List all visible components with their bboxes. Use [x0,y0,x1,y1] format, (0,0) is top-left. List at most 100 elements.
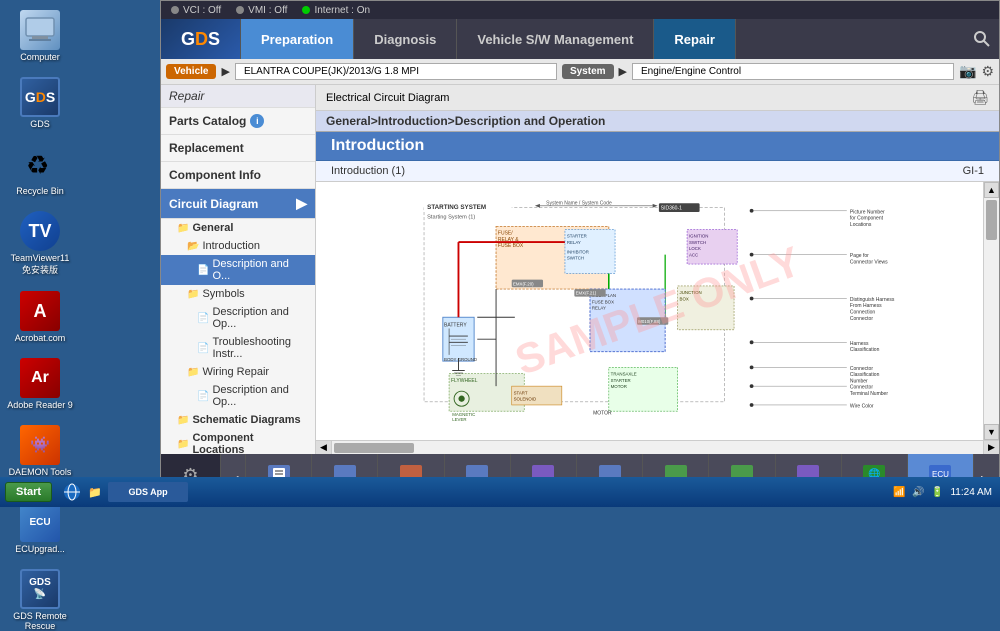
svg-text:SWITCH: SWITCH [567,256,584,261]
desktop-icon-ecupgrade[interactable]: ECU ECUpgrad... [5,502,75,554]
tree-general[interactable]: 📁 General [161,219,315,237]
svg-text:Page for: Page for [850,253,869,259]
scroll-right-button[interactable]: ▶ [983,441,999,455]
tree-schematic[interactable]: 📁 Schematic Diagrams [161,411,315,429]
tree-wiring-desc-label: Description and Op... [212,384,307,408]
intro-subtitle: Introduction (1) GI-1 [316,161,999,182]
desktop-icon-computer[interactable]: Computer [5,10,75,62]
circuit-diagram-svg: STARTING SYSTEM Starting System (1) SID3… [326,192,973,430]
annotation-picture-number: Picture Number [850,209,885,215]
tree-desc-label: Description and O... [212,258,307,282]
acrobat-icon: A [20,291,60,331]
diagram-area: SAMPLE ONLY STARTING SYSTEM Starting Sys… [316,182,999,440]
vehicle-name: ELANTRA COUPE(JK)/2013/G 1.8 MPI [235,63,557,80]
doc-symbols-icon: 📄 [197,313,209,324]
tab-preparation[interactable]: Preparation [241,19,354,59]
parts-catalog-label: Parts Catalog [169,114,246,128]
tree-wiring-repair[interactable]: 📁 Wiring Repair [161,363,315,381]
network-tray-icon: 📶 [891,484,907,500]
electrical-circuit-label: Electrical Circuit Diagram [326,92,449,104]
tree-component-locations[interactable]: 📁 Component Locations [161,429,315,454]
scroll-track [984,198,999,424]
tab-repair[interactable]: Repair [654,19,735,59]
svg-text:Classification: Classification [850,372,880,378]
intro-subtitle-left: Introduction (1) [331,165,405,177]
tree-wiring-label: Wiring Repair [202,366,269,378]
scroll-up-button[interactable]: ▲ [984,182,999,198]
tab-diagnosis[interactable]: Diagnosis [354,19,457,59]
svg-text:JUNCTION: JUNCTION [680,290,702,295]
desktop-icon-teamviewer[interactable]: TV TeamViewer11 免安装版 [5,211,75,276]
svg-text:SID360-1: SID360-1 [661,206,682,212]
right-content: Electrical Circuit Diagram 🖨 General>Int… [316,85,999,454]
tree-comp-label: Component Locations [192,432,307,454]
circuit-arrow-icon: ▶ [296,195,307,212]
svg-text:INHIBITOR: INHIBITOR [567,249,589,254]
desktop-icon-gds-remote[interactable]: GDS📡 GDS Remote Rescue [5,569,75,631]
taskbar-time: 11:24 AM [950,487,992,498]
daemon-icon: 👾 [20,425,60,465]
internet-text: Internet : On [314,5,370,16]
folder-general-icon: 📁 [177,223,189,234]
nav-tabs: GDS Preparation Diagnosis Vehicle S/W Ma… [161,19,999,59]
scroll-thumb [986,200,997,240]
tree-description-op[interactable]: 📄 Description and O... [161,255,315,285]
gds-remote-icon: GDS📡 [20,569,60,609]
doc-desc-icon: 📄 [197,265,209,276]
svg-text:♻: ♻ [26,150,49,180]
svg-text:Connector: Connector [850,366,873,372]
desktop-icon-acrobat[interactable]: A Acrobat.com [5,291,75,343]
h-scroll-track [332,441,983,455]
recycle-icon: ♻ [20,144,60,184]
svg-text:Locations: Locations [850,222,872,228]
circuit-diagram-label: Circuit Diagram [169,197,258,211]
diagram-scrollbar[interactable]: ▲ ▼ [983,182,999,440]
svg-text:EMX(F.21): EMX(F.21) [576,291,597,296]
svg-text:Connection: Connection [850,310,876,316]
computer-label: Computer [20,52,60,62]
scroll-down-button[interactable]: ▼ [984,424,999,440]
teamviewer-label: TeamViewer11 免安装版 [5,253,75,276]
scroll-left-button[interactable]: ◀ [316,441,332,455]
desktop-icon-adobe[interactable]: Ar Adobe Reader 9 [5,358,75,410]
vehicle-bar: Vehicle ▶ ELANTRA COUPE(JK)/2013/G 1.8 M… [161,59,999,85]
parts-catalog-item[interactable]: Parts Catalog i [161,108,315,135]
app-window: VCI : Off VMI : Off Internet : On GDS Pr… [160,0,1000,507]
adobe-icon: Ar [20,358,60,398]
taskbar-folder-icon[interactable]: 📁 [85,482,105,502]
svg-text:Connector: Connector [850,385,873,391]
tree-troubleshooting[interactable]: 📄 Troubleshooting Instr... [161,333,315,363]
gds-logo: GDS [161,19,241,59]
svg-text:Classification: Classification [850,347,880,353]
tree-introduction[interactable]: 📂 Introduction [161,237,315,255]
taskbar-app-icon[interactable]: GDS App [108,482,188,502]
print-icon[interactable]: 🖨 [971,89,989,106]
desktop-icon-gds[interactable]: GDS GDS [5,77,75,129]
tree-wiring-desc[interactable]: 📄 Description and Op... [161,381,315,411]
camera-icon[interactable]: 📷 [959,63,976,80]
ecupgrade-label: ECUpgrad... [15,544,65,554]
settings-icon[interactable]: ⚙ [981,63,994,80]
horizontal-scrollbar[interactable]: ◀ ▶ [316,440,999,454]
tree-symbols-label: Symbols [202,288,244,300]
content-header: Electrical Circuit Diagram 🖨 [316,85,999,111]
tree-symbols[interactable]: 📁 Symbols [161,285,315,303]
start-button[interactable]: Start [5,482,52,502]
svg-text:RELAY: RELAY [592,306,606,311]
component-info-item[interactable]: Component Info [161,162,315,189]
desktop-icon-recycle[interactable]: ♻ Recycle Bin [5,144,75,196]
internet-dot [302,6,310,14]
svg-text:MAGNETIC: MAGNETIC [452,412,475,417]
taskbar-ie-icon[interactable] [62,482,82,502]
replacement-item[interactable]: Replacement [161,135,315,162]
tab-vehicle-sw-management[interactable]: Vehicle S/W Management [457,19,654,59]
tree-symbols-desc-label: Description and Op... [212,306,307,330]
circuit-diagram-button[interactable]: Circuit Diagram ▶ [161,189,315,219]
ecupgrade-icon: ECU [20,502,60,542]
search-button[interactable] [964,19,999,59]
acrobat-label: Acrobat.com [15,333,66,343]
svg-text:Connector: Connector [850,316,873,322]
adobe-label: Adobe Reader 9 [7,400,73,410]
system-name: Engine/Engine Control [632,63,954,80]
tree-symbols-desc[interactable]: 📄 Description and Op... [161,303,315,333]
